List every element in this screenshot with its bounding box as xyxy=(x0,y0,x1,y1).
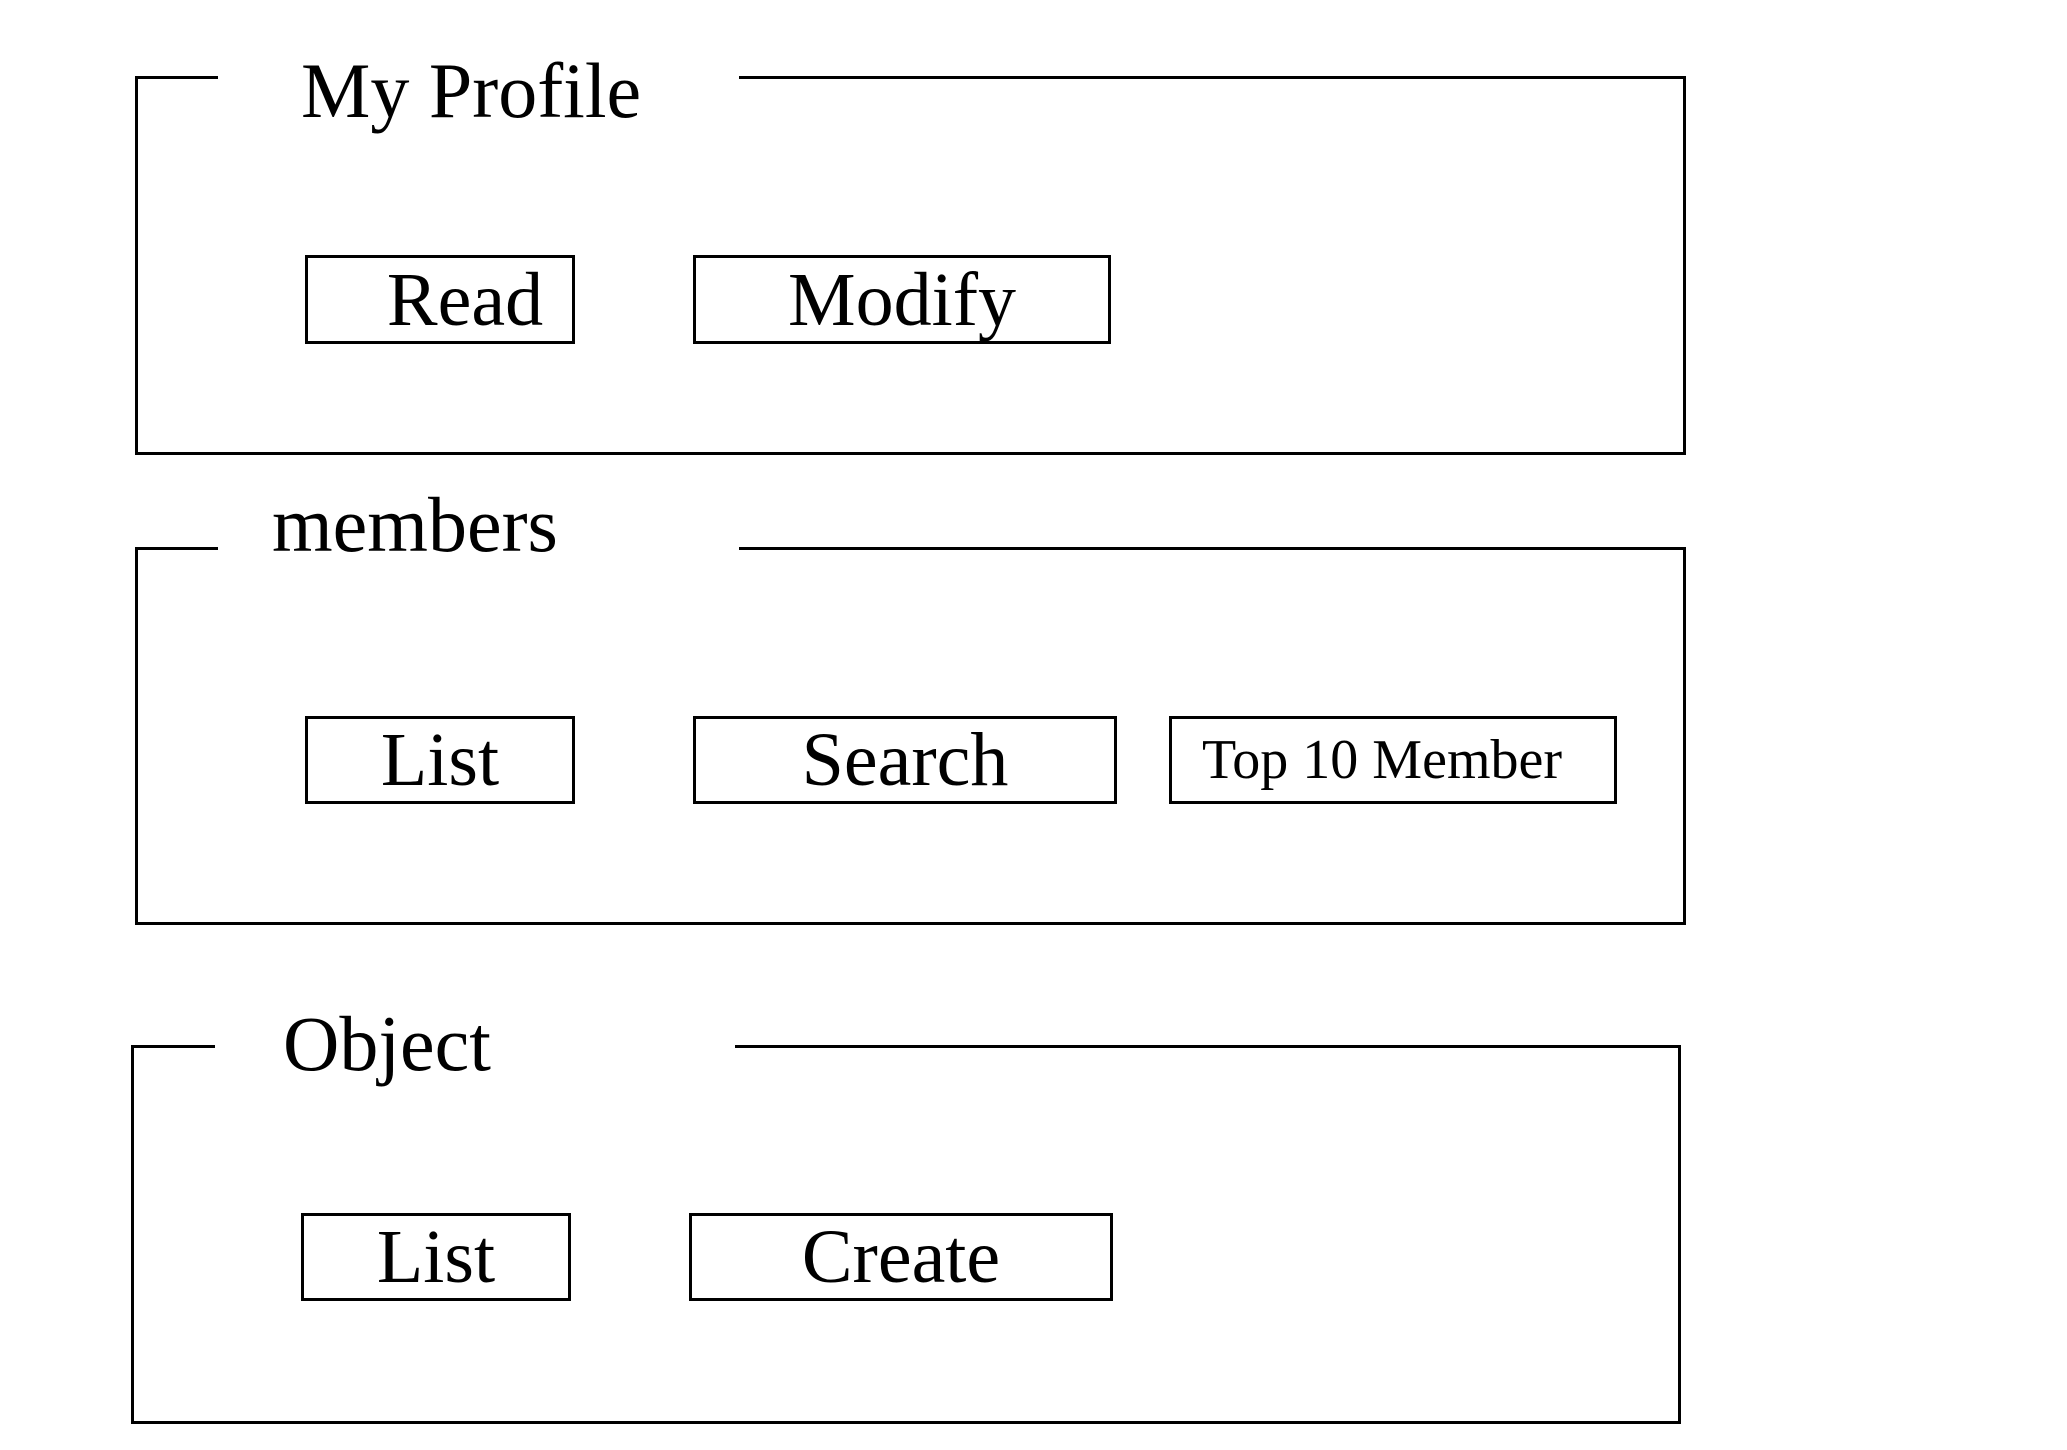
object-create-button[interactable]: Create xyxy=(689,1213,1113,1301)
modify-button[interactable]: Modify xyxy=(693,255,1111,344)
my-profile-title: My Profile xyxy=(301,47,642,134)
top-10-members-button[interactable]: Top 10 Member xyxy=(1169,716,1617,804)
object-title: Object xyxy=(283,1000,491,1087)
members-title: members xyxy=(272,481,558,568)
read-button[interactable]: Read xyxy=(305,255,575,344)
members-list-button[interactable]: List xyxy=(305,716,575,804)
object-list-button[interactable]: List xyxy=(301,1213,571,1301)
members-search-button[interactable]: Search xyxy=(693,716,1117,804)
